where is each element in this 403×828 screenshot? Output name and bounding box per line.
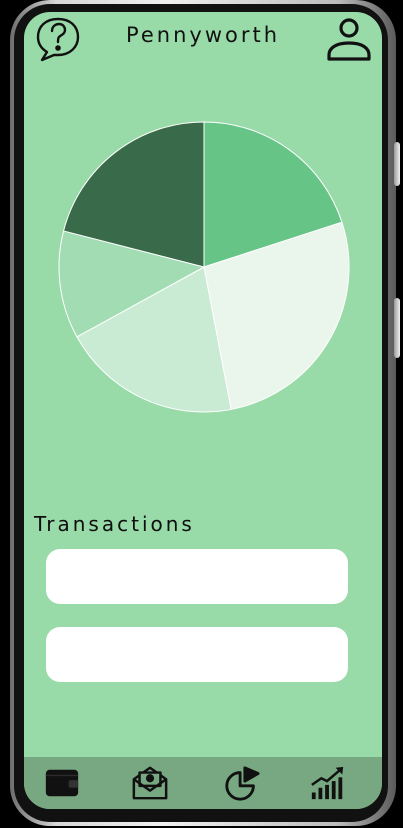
volume-button <box>394 142 400 186</box>
nav-analytics[interactable] <box>222 763 262 803</box>
transactions-heading: Transactions <box>34 512 195 536</box>
nav-messages[interactable] <box>130 763 170 803</box>
bottom-navigation <box>24 757 382 809</box>
spending-pie-chart <box>54 117 354 417</box>
power-button <box>394 298 400 358</box>
nav-growth[interactable] <box>308 763 348 803</box>
app-screen: Pennyworth Transactions <box>24 12 382 809</box>
nav-wallet[interactable] <box>42 763 82 803</box>
transaction-card[interactable] <box>46 627 348 682</box>
mail-icon <box>132 766 168 800</box>
wallet-icon <box>45 769 79 797</box>
pie-chart-svg <box>58 121 350 413</box>
top-bar: Pennyworth <box>24 12 382 72</box>
transaction-card[interactable] <box>46 549 348 604</box>
growth-chart-icon <box>311 766 344 800</box>
user-profile-icon[interactable] <box>324 15 372 65</box>
pie-chart-icon <box>225 766 260 801</box>
